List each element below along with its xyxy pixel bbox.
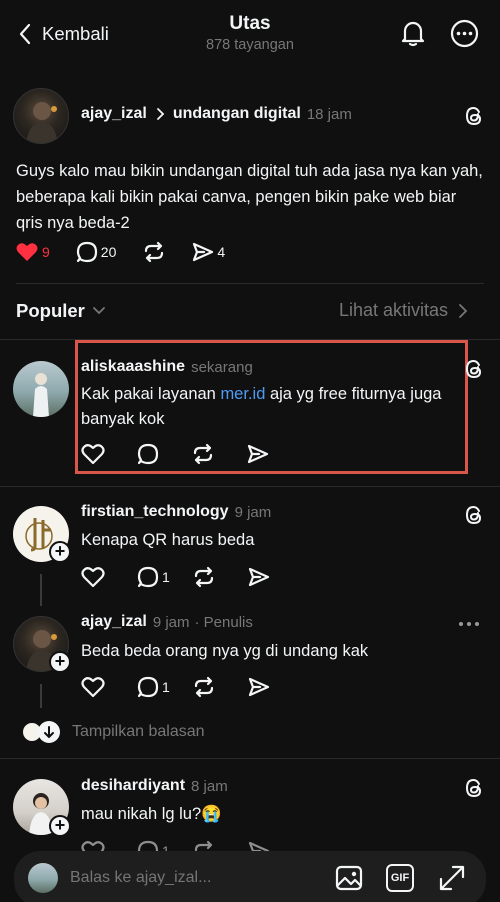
activity-label: Lihat aktivitas (339, 300, 449, 320)
gif-label: GIF (390, 872, 410, 884)
expand-icon (439, 865, 465, 891)
reply-username[interactable]: aliskaaashine (81, 358, 185, 376)
share-button[interactable] (248, 566, 270, 588)
more-options-button[interactable] (450, 19, 479, 48)
more-icon (450, 19, 479, 48)
comment-icon (76, 241, 97, 263)
post-time: 18 jam (306, 105, 352, 123)
repost-icon (194, 676, 213, 698)
comment-icon (137, 566, 159, 588)
heart-icon (81, 677, 105, 698)
reply-more-button[interactable] (458, 620, 480, 628)
comment-icon (137, 443, 159, 465)
comment-count: 1 (162, 569, 170, 585)
composer-avatar (28, 863, 58, 893)
post-author-avatar[interactable] (13, 88, 69, 144)
reply-time: sekarang (191, 358, 253, 376)
reply-link[interactable]: mer.id (220, 385, 265, 403)
reply-avatar[interactable] (13, 361, 69, 417)
reply-time: 8 jam (191, 777, 228, 795)
share-button[interactable] (248, 676, 270, 698)
repost-icon (193, 443, 213, 465)
send-icon (248, 567, 269, 587)
sort-dropdown[interactable]: Populer (16, 300, 106, 322)
heart-icon (81, 444, 105, 465)
reply-time: 9 jam (152, 613, 190, 631)
threads-logo-icon[interactable] (463, 777, 485, 799)
thread-line (40, 684, 42, 708)
bell-icon (401, 21, 425, 47)
reply-text: mau nikah lg lu?😭 (81, 805, 222, 823)
repost-button[interactable] (191, 443, 215, 465)
post-topic[interactable]: undangan digital (173, 105, 301, 123)
send-icon (193, 242, 214, 262)
reply-username[interactable]: firstian_technology (81, 503, 229, 521)
like-button[interactable]: 9 (15, 241, 50, 263)
image-icon (335, 865, 363, 891)
sort-label: Populer (16, 300, 85, 321)
follow-button[interactable]: + (49, 815, 71, 837)
heart-filled-icon (16, 243, 38, 261)
comment-count: 1 (162, 679, 170, 695)
more-horizontal-icon (459, 622, 479, 626)
follow-button[interactable]: + (49, 651, 71, 673)
post-actions: 9 20 4 (15, 241, 251, 263)
divider (16, 283, 484, 284)
reply-actions (81, 443, 295, 465)
like-count: 9 (42, 244, 50, 260)
view-activity-link[interactable]: Lihat aktivitas (339, 300, 468, 321)
reply-text: Kenapa QR harus beda (81, 531, 255, 549)
reply-text: Beda beda orang nya yg di undang kak (81, 642, 369, 660)
expand-button[interactable] (437, 863, 467, 893)
share-button[interactable] (247, 443, 269, 465)
comment-button[interactable]: 20 (76, 241, 117, 263)
post-text: Guys kalo mau bikin undangan digital tuh… (16, 162, 483, 232)
divider (0, 758, 500, 759)
post-username[interactable]: ajay_izal (81, 105, 147, 123)
thread-line (40, 574, 42, 606)
send-icon (248, 677, 269, 697)
author-tag: · Penulis (194, 613, 253, 631)
reply-composer: GIF (14, 851, 486, 902)
reply-time: 9 jam (234, 503, 272, 521)
threads-logo-icon[interactable] (463, 105, 485, 127)
threads-logo-icon[interactable] (463, 504, 485, 526)
reply-actions: 1 (81, 566, 296, 588)
image-button[interactable] (334, 863, 364, 893)
repost-button[interactable] (142, 241, 166, 263)
comment-count: 20 (100, 244, 117, 260)
share-count: 4 (217, 244, 226, 260)
comment-button[interactable]: 1 (137, 566, 170, 588)
gif-button[interactable]: GIF (386, 864, 414, 892)
arrow-down-circle-icon (38, 721, 60, 743)
comment-button[interactable] (137, 443, 159, 465)
reply-text: Kak pakai layanan mer.id aja yg free fit… (81, 385, 442, 428)
threads-logo-icon[interactable] (463, 358, 485, 380)
chevron-down-icon (92, 307, 105, 315)
repost-button[interactable] (192, 676, 216, 698)
reply-username[interactable]: ajay_izal (81, 613, 147, 631)
reply-username[interactable]: desihardiyant (81, 777, 185, 795)
send-icon (247, 444, 269, 464)
comment-icon (137, 676, 159, 698)
repost-button[interactable] (192, 566, 216, 588)
show-replies-button[interactable]: Tampilkan balasan (22, 721, 205, 743)
repost-icon (194, 566, 213, 588)
like-button[interactable] (81, 566, 105, 588)
chevron-right-icon (156, 108, 165, 120)
reply-actions: 1 (81, 676, 296, 698)
repost-icon (145, 241, 164, 263)
divider (0, 486, 500, 487)
like-button[interactable] (81, 676, 105, 698)
reply-input[interactable] (70, 863, 320, 893)
show-replies-label: Tampilkan balasan (72, 723, 205, 740)
like-button[interactable] (81, 443, 105, 465)
comment-button[interactable]: 1 (137, 676, 170, 698)
share-button[interactable]: 4 (192, 241, 225, 263)
chevron-right-icon (459, 303, 468, 318)
follow-button[interactable]: + (49, 541, 71, 563)
notifications-button[interactable] (398, 18, 428, 48)
heart-icon (81, 567, 105, 588)
